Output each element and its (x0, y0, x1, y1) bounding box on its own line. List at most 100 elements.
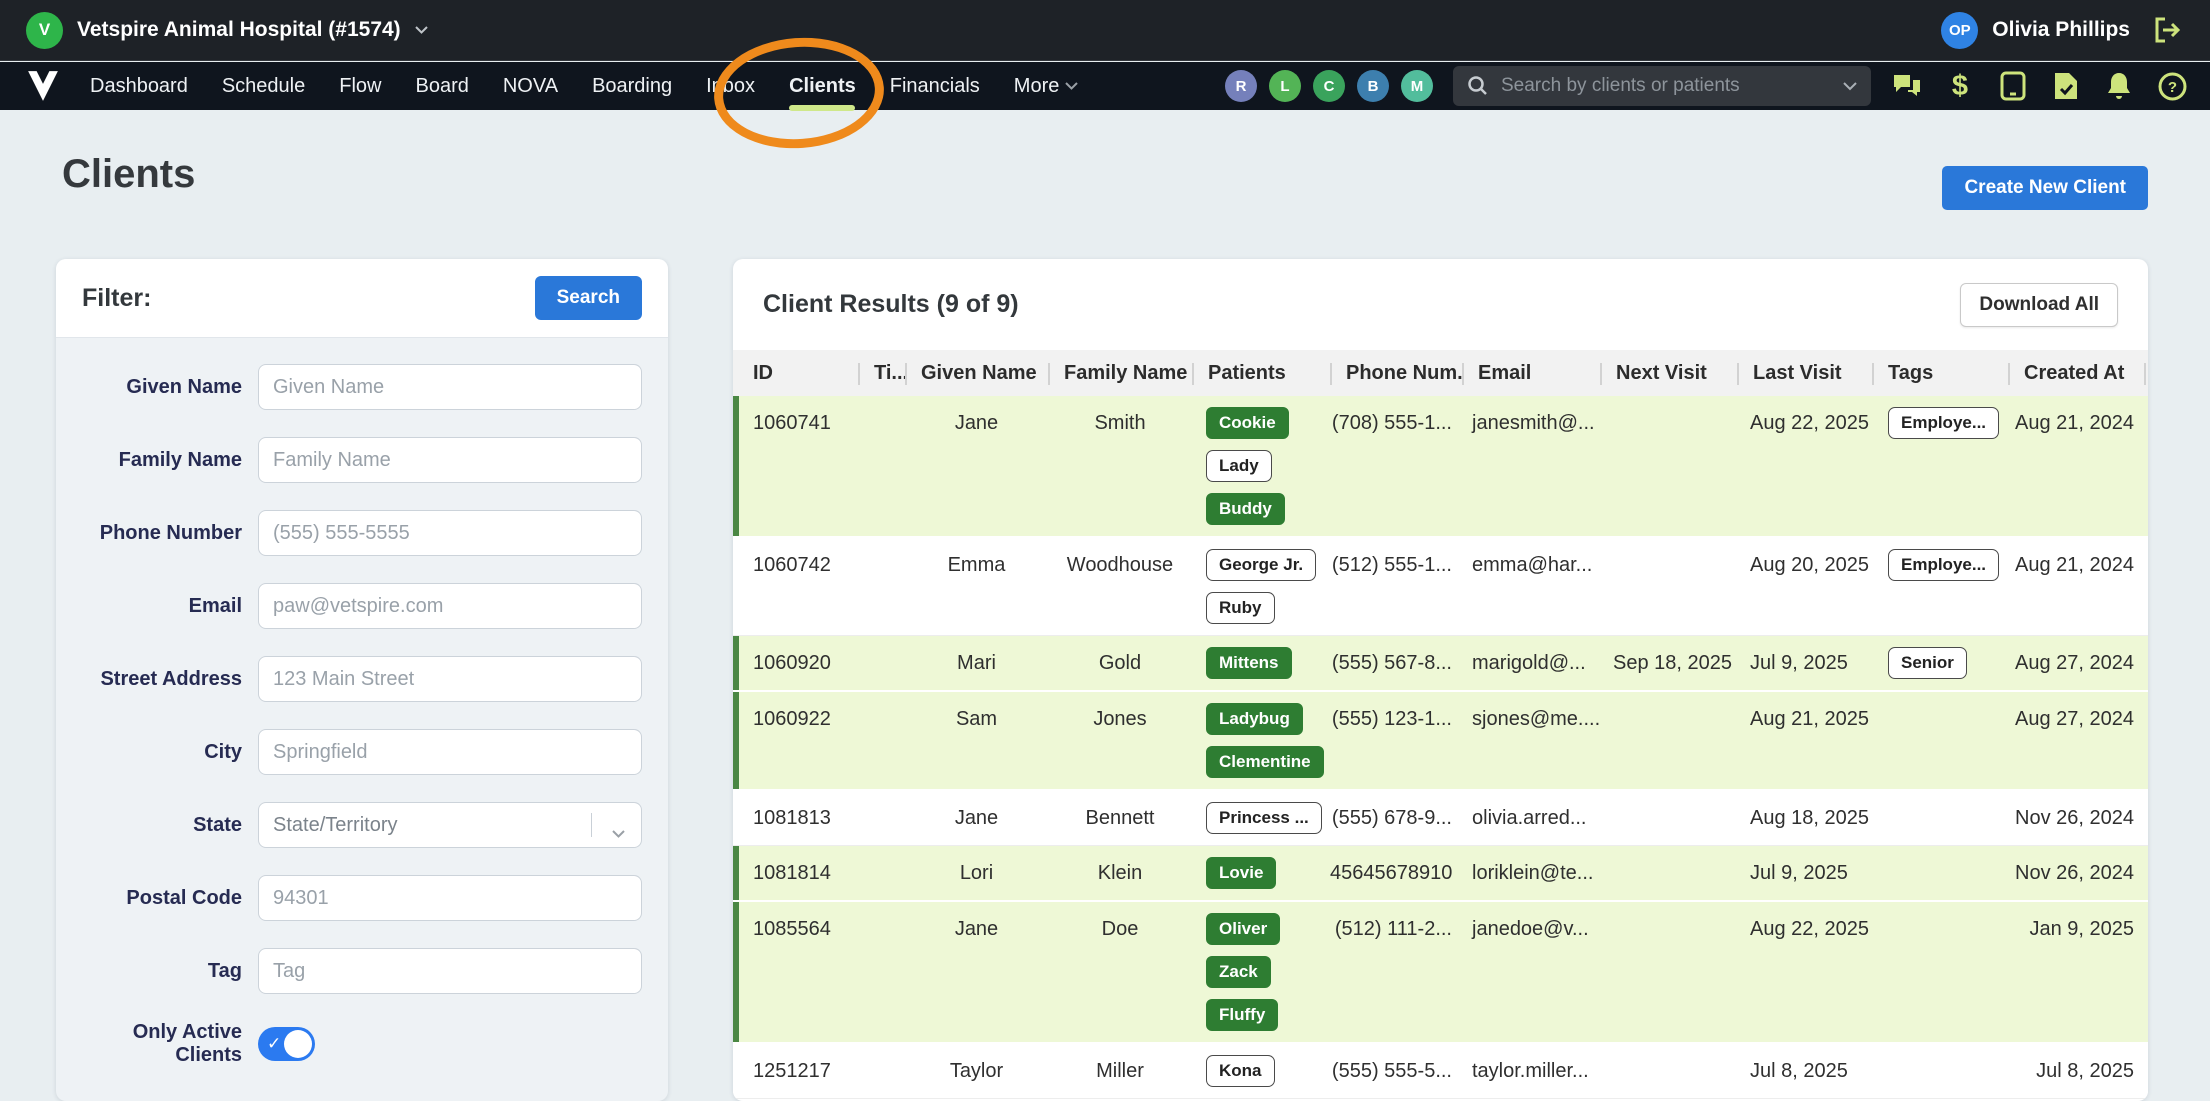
state-select[interactable]: State/Territory (258, 802, 642, 848)
filter-input-postal-code[interactable] (258, 875, 642, 921)
filter-field-state: StateState/Territory (82, 802, 642, 848)
cell-email: janedoe@v... (1462, 902, 1600, 1042)
nav-item-boarding[interactable]: Boarding (592, 75, 672, 98)
filter-label-email: Email (82, 594, 242, 618)
patient-badge-cookie[interactable]: Cookie (1206, 407, 1289, 439)
cell-next-visit (1600, 1044, 1737, 1098)
cell-family-name: Doe (1048, 902, 1192, 1042)
filter-field-email: Email (82, 583, 642, 629)
client-row-1081813[interactable]: 1081813JaneBennettPrincess ...(555) 678-… (733, 791, 2148, 846)
cell-patients: Mittens (1192, 636, 1330, 690)
cell-email: loriklein@te... (1462, 846, 1600, 900)
filter-label-tag: Tag (82, 959, 242, 983)
nav-item-label: Inbox (706, 75, 755, 98)
nav-item-schedule[interactable]: Schedule (222, 75, 305, 98)
cell-phone: (708) 555-1... (1330, 396, 1462, 536)
column-header-ti: Ti... (858, 362, 905, 385)
filter-search-button[interactable]: Search (535, 276, 642, 320)
client-row-1251217[interactable]: 1251217TaylorMillerKona(555) 555-5...tay… (733, 1044, 2148, 1099)
chat-icon[interactable] (1891, 70, 1923, 102)
toggle-knob (284, 1030, 312, 1058)
filter-input-phone-number[interactable] (258, 510, 642, 556)
nav-item-board[interactable]: Board (415, 75, 468, 98)
cell-given-name: Jane (905, 791, 1048, 845)
vetspire-logo-icon[interactable] (22, 68, 64, 104)
user-avatar[interactable]: OP (1941, 12, 1978, 49)
global-search[interactable] (1453, 66, 1871, 106)
filter-input-street-address[interactable] (258, 656, 642, 702)
nav-item-more[interactable]: More (1014, 75, 1079, 98)
only-active-clients-toggle[interactable]: ✓ (258, 1027, 315, 1061)
patient-badge-mittens[interactable]: Mittens (1206, 647, 1292, 679)
patient-badge-oliver[interactable]: Oliver (1206, 913, 1280, 945)
patient-badge-ladybug[interactable]: Ladybug (1206, 703, 1303, 735)
nav-item-inbox[interactable]: Inbox (706, 75, 755, 98)
document-check-icon[interactable] (2050, 70, 2082, 102)
client-row-1060742[interactable]: 1060742EmmaWoodhouseGeorge Jr.Ruby(512) … (733, 538, 2148, 636)
client-row-1060920[interactable]: 1060920MariGoldMittens(555) 567-8...mari… (733, 636, 2148, 692)
logout-icon[interactable] (2152, 15, 2184, 45)
filter-input-city[interactable] (258, 729, 642, 775)
cell-given-name: Emma (905, 538, 1048, 635)
cell-id: 1085564 (733, 902, 858, 1042)
nav-item-financials[interactable]: Financials (890, 75, 980, 98)
tablet-icon[interactable] (1997, 70, 2029, 102)
cell-email: taylor.miller... (1462, 1044, 1600, 1098)
cell-tags: Employe... (1872, 396, 2008, 536)
search-input[interactable] (1499, 74, 1833, 98)
bell-icon[interactable] (2103, 70, 2135, 102)
team-avatar-l[interactable]: L (1269, 70, 1301, 102)
cell-last-visit: Aug 20, 2025 (1737, 538, 1872, 635)
top-bar: V Vetspire Animal Hospital (#1574) OP Ol… (0, 0, 2210, 61)
filter-input-email[interactable] (258, 583, 642, 629)
screen: V Vetspire Animal Hospital (#1574) OP Ol… (0, 0, 2210, 1101)
table-body: 1060741JaneSmithCookieLadyBuddy(708) 555… (733, 396, 2148, 1099)
cell-next-visit (1600, 791, 1737, 845)
patient-badge-kona[interactable]: Kona (1206, 1055, 1275, 1087)
team-avatar-c[interactable]: C (1313, 70, 1345, 102)
client-row-1060741[interactable]: 1060741JaneSmithCookieLadyBuddy(708) 555… (733, 396, 2148, 538)
patient-badge-buddy[interactable]: Buddy (1206, 493, 1285, 525)
cell-family-name: Woodhouse (1048, 538, 1192, 635)
patient-badge-princess[interactable]: Princess ... (1206, 802, 1322, 834)
cell-last-visit: Aug 21, 2025 (1737, 692, 1872, 789)
nav-item-dashboard[interactable]: Dashboard (90, 75, 188, 98)
filter-label-postal-code: Postal Code (82, 886, 242, 910)
patient-badge-fluffy[interactable]: Fluffy (1206, 999, 1278, 1031)
column-header-created-at: Created At (2008, 362, 2148, 385)
patient-badge-ruby[interactable]: Ruby (1206, 592, 1275, 624)
client-row-1060922[interactable]: 1060922SamJonesLadybugClementine(555) 12… (733, 692, 2148, 791)
filter-input-tag[interactable] (258, 948, 642, 994)
nav-item-label: Dashboard (90, 75, 188, 98)
cell-patients: Cookie Lady Buddy (1192, 396, 1330, 536)
cell-email: marigold@... (1462, 636, 1600, 690)
filter-input-family-name[interactable] (258, 437, 642, 483)
client-row-1085564[interactable]: 1085564JaneDoeOliverZackFluffy(512) 111-… (733, 902, 2148, 1044)
patient-badge-lady[interactable]: Lady (1206, 450, 1272, 482)
cell-title (858, 538, 905, 635)
results-panel-header: Client Results (9 of 9) Download All (733, 259, 2148, 350)
filter-input-given-name[interactable] (258, 364, 642, 410)
download-all-button[interactable]: Download All (1960, 283, 2118, 327)
cell-email: emma@har... (1462, 538, 1600, 635)
client-row-1081814[interactable]: 1081814LoriKleinLovie45645678910loriklei… (733, 846, 2148, 902)
column-header-tags: Tags (1872, 362, 2008, 385)
filter-label-city: City (82, 740, 242, 764)
team-avatar-r[interactable]: R (1225, 70, 1257, 102)
patient-badge-lovie[interactable]: Lovie (1206, 857, 1276, 889)
patient-badge-zack[interactable]: Zack (1206, 956, 1271, 988)
team-avatar-b[interactable]: B (1357, 70, 1389, 102)
create-new-client-button[interactable]: Create New Client (1942, 166, 2148, 210)
column-header-family-name: Family Name (1048, 362, 1192, 385)
help-icon[interactable]: ? (2156, 70, 2188, 102)
dollar-icon[interactable]: $ (1944, 70, 1976, 102)
patient-badge-george-jr[interactable]: George Jr. (1206, 549, 1316, 581)
chevron-down-icon[interactable] (1843, 82, 1857, 91)
patient-badge-clementine[interactable]: Clementine (1206, 746, 1324, 778)
organization-selector[interactable]: V Vetspire Animal Hospital (#1574) (26, 12, 428, 49)
cell-patients: Ladybug Clementine (1192, 692, 1330, 789)
nav-item-nova[interactable]: NOVA (503, 75, 558, 98)
nav-item-flow[interactable]: Flow (339, 75, 381, 98)
nav-item-clients[interactable]: Clients (789, 75, 856, 98)
team-avatar-m[interactable]: M (1401, 70, 1433, 102)
